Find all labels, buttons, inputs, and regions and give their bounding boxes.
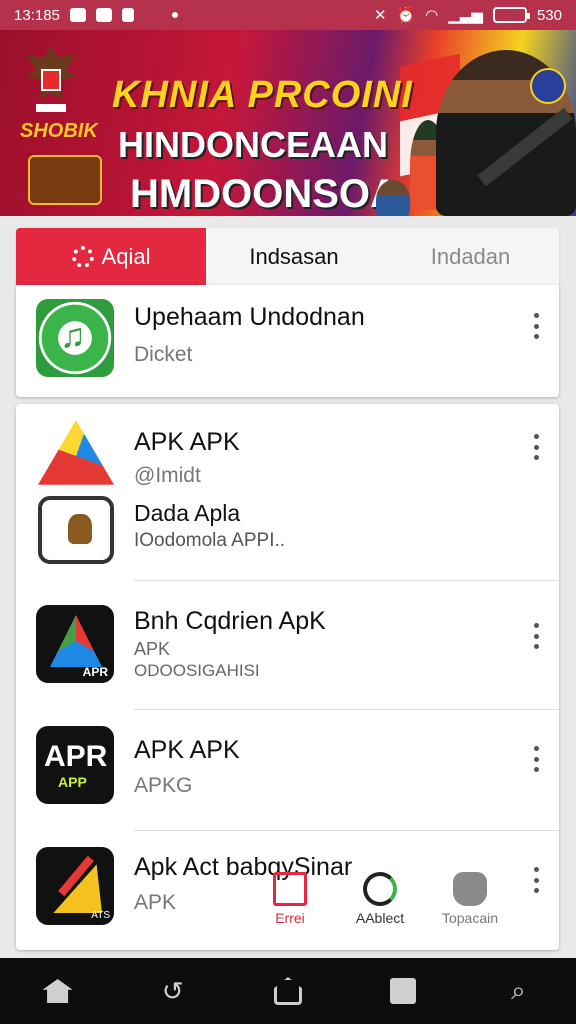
home-icon [42,979,73,1003]
apr-app-icon: APR APP [36,726,114,804]
app-name: APK APK [134,428,240,456]
wifi-icon: ◠ [425,7,439,24]
nav-label: Topacain [441,910,499,926]
pen-triangle-icon: ATS [36,847,114,925]
home-button[interactable] [42,975,74,1007]
status-bar: 13:185 ✕ ⏰ ◠ ▁▃▅ 530 [0,0,576,30]
floating-nav: Errei AAblect Topacain [250,872,510,942]
square-icon [390,978,417,1004]
gear-icon [71,245,94,268]
app-subtitle: IOodomola APPI.. [134,530,286,551]
battery-level: 530 [536,6,562,24]
tab-indadan[interactable]: Indadan [382,228,559,285]
tab-label: Indadan [430,243,511,269]
more-options-icon[interactable] [533,746,539,772]
banner-title-line1: KHNIA PRCOINI [112,74,413,116]
flag-icon [121,8,134,22]
app-name: APK APK [134,736,240,764]
category-tabs: Aqial Indsasan Indadan [16,228,559,285]
notification-icon [69,8,86,22]
gallery-icon [95,8,112,22]
promo-banner[interactable]: SHOBIK KHNIA PRCOINI HINDONCEAAN HMDOONS… [0,30,576,216]
more-options-icon[interactable] [533,434,539,460]
nav-aablect[interactable]: AAblect [340,872,420,926]
nav-label: Errei [275,910,305,926]
nav-label: AAblect [355,910,405,926]
apr-triangle-icon: APR [36,605,114,683]
banner-title-line3: HMDOONSOA [130,172,399,216]
signal-settings-icon: ✕ [374,7,387,24]
garuda-emblem-icon [26,46,76,112]
app-list-card: APK APK @Imidt Dada Apla IOodomola APPI.… [16,404,559,950]
back-button[interactable]: ↺ [157,975,189,1007]
banner-person [376,180,410,216]
shield-icon [453,872,487,906]
shield-crest-icon [38,496,114,564]
cell-signal-icon: ▁▃▅ [448,7,483,24]
more-options-icon[interactable] [533,867,539,893]
music-note-icon: ♫ [36,299,114,377]
tab-aqial[interactable]: Aqial [16,228,206,285]
battery-icon [492,7,530,23]
system-nav-bar: ↺ ⌕ [0,958,576,1024]
app-subtitle-secondary: ODOOSIGAHISI [134,661,260,680]
list-item[interactable]: APR Bnh Cqdrien ApK APK ODOOSIGAHISI [16,581,559,709]
tab-label: Indsasan [249,243,339,269]
search-button[interactable]: ⌕ [502,975,534,1007]
crest-icon [530,68,566,104]
back-icon: ↺ [161,975,184,1006]
status-time: 13:185 [14,6,60,24]
app-subtitle: @Imidt [134,464,201,487]
recents-button[interactable] [387,975,419,1007]
house-outline-icon [273,977,302,1005]
app-subtitle: APK [134,891,177,914]
nav-topacain[interactable]: Topacain [430,872,510,926]
more-options-icon[interactable] [533,313,539,339]
app-subtitle: Dicket [134,343,193,366]
app-name: Upehaam Undodnan [134,303,365,331]
list-item[interactable]: ♫ Upehaam Undodnan Dicket [16,285,559,395]
featured-card[interactable]: ♫ Upehaam Undodnan Dicket [16,285,559,397]
banner-tag: SHOBIK [20,120,98,142]
tab-label: Aqial [101,243,151,269]
more-options-icon[interactable] [533,623,539,649]
apk-triangle-icon [38,420,114,485]
list-item[interactable]: APR APP APK APK APKG [16,710,559,830]
banner-badge-icon [28,155,102,205]
refresh-icon [363,872,397,906]
nav-errei[interactable]: Errei [250,872,330,926]
overview-button[interactable] [272,975,304,1007]
app-subtitle: APKG [134,774,193,797]
calendar-icon [273,872,307,906]
alarm-icon: ⏰ [396,7,416,24]
app-name: Dada Apla [134,500,241,526]
app-subtitle: APK [134,639,171,659]
dot-icon [171,12,178,18]
search-icon: ⌕ [511,975,526,1005]
app-name: Bnh Cqdrien ApK [134,607,326,635]
list-item[interactable]: APK APK @Imidt Dada Apla IOodomola APPI.… [16,404,559,580]
banner-title-line2: HINDONCEAAN [118,124,388,165]
tab-indsasan[interactable]: Indsasan [206,228,382,285]
